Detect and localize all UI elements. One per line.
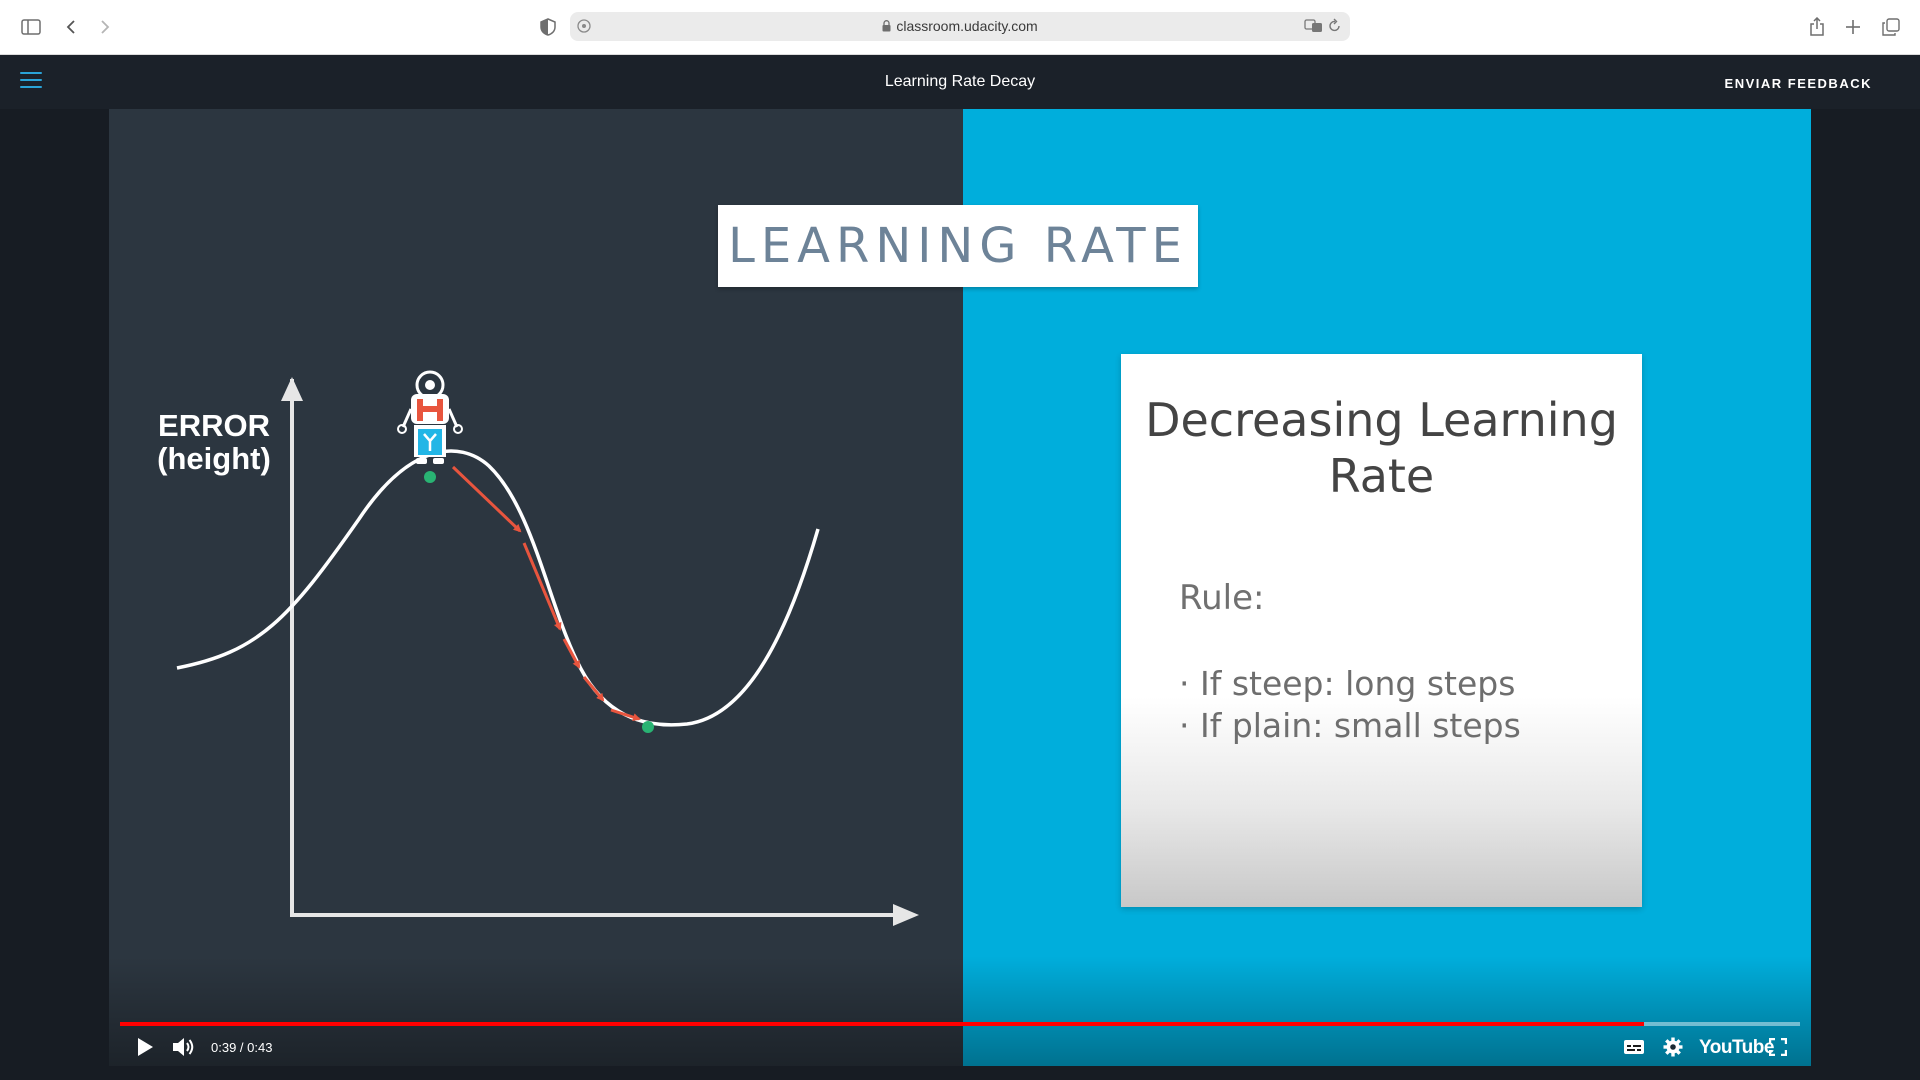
progress-bar[interactable] bbox=[120, 1022, 1800, 1026]
step-arrow bbox=[522, 542, 562, 631]
minimum-point bbox=[642, 721, 654, 733]
translate-icon[interactable] bbox=[1304, 18, 1324, 39]
start-point bbox=[424, 471, 436, 483]
volume-button[interactable] bbox=[169, 1033, 199, 1061]
new-tab-icon[interactable] bbox=[1840, 14, 1866, 40]
browser-toolbar: classroom.udacity.com bbox=[0, 0, 1920, 55]
y-axis-label-line2: (height) bbox=[157, 441, 271, 476]
youtube-logo[interactable]: YouTube bbox=[1699, 1037, 1774, 1059]
privacy-shield-icon[interactable] bbox=[535, 14, 561, 40]
settings-gear-icon[interactable] bbox=[1660, 1034, 1686, 1060]
url-text: classroom.udacity.com bbox=[896, 18, 1038, 34]
x-axis-arrowhead bbox=[893, 904, 919, 926]
address-bar[interactable]: classroom.udacity.com bbox=[570, 12, 1350, 41]
share-icon[interactable] bbox=[1804, 14, 1830, 40]
time-display: 0:39 / 0:43 bbox=[211, 1040, 273, 1055]
error-curve bbox=[176, 449, 820, 727]
rule-item: · If steep: long steps bbox=[1179, 664, 1516, 703]
video-player[interactable]: ERROR (height) LEARNING RATE Decreasing … bbox=[109, 109, 1811, 1066]
step-arrow bbox=[610, 708, 641, 721]
rule-item: · If plain: small steps bbox=[1179, 706, 1521, 745]
rule-label: Rule: bbox=[1179, 578, 1265, 618]
controls-overlay bbox=[109, 956, 1811, 1066]
step-arrow bbox=[582, 676, 605, 702]
step-arrow bbox=[562, 638, 581, 669]
rule-card: Decreasing Learning Rate Rule: · If stee… bbox=[1121, 354, 1642, 907]
reload-icon[interactable] bbox=[1328, 18, 1342, 39]
forward-icon[interactable] bbox=[92, 14, 118, 40]
lock-icon bbox=[882, 19, 891, 35]
y-axis-arrowhead bbox=[281, 377, 303, 401]
step-arrow bbox=[451, 465, 522, 533]
fullscreen-icon[interactable] bbox=[1765, 1034, 1791, 1060]
y-axis-label-line1: ERROR bbox=[158, 408, 270, 443]
play-button[interactable] bbox=[131, 1033, 159, 1061]
tab-overview-icon[interactable] bbox=[1878, 14, 1904, 40]
slide-title-card: LEARNING RATE bbox=[718, 205, 1198, 287]
app-header: Learning Rate Decay ENVIAR FEEDBACK bbox=[0, 55, 1920, 109]
slide-title: LEARNING RATE bbox=[728, 218, 1188, 274]
rule-card-heading: Decreasing Learning Rate bbox=[1145, 393, 1618, 503]
page-title: Learning Rate Decay bbox=[884, 73, 1036, 90]
back-icon[interactable] bbox=[58, 14, 84, 40]
progress-played bbox=[120, 1022, 1644, 1026]
sidebar-toggle-icon[interactable] bbox=[18, 14, 44, 40]
send-feedback-button[interactable]: ENVIAR FEEDBACK bbox=[1725, 76, 1872, 91]
subtitles-icon[interactable] bbox=[1621, 1034, 1647, 1060]
